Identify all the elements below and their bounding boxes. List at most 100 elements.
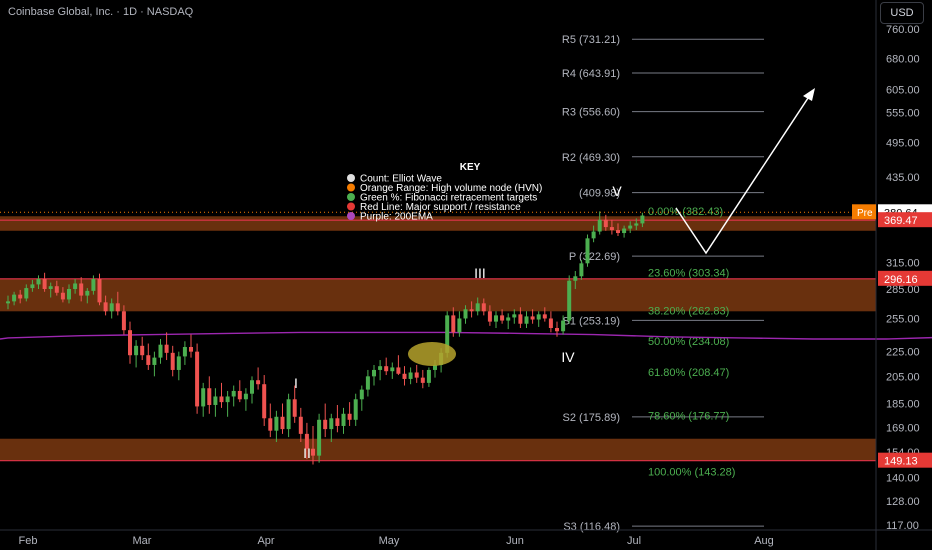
candle-body: [146, 355, 151, 365]
y-tick-label: 185.00: [886, 399, 920, 411]
candle-body: [542, 314, 547, 319]
x-tick-label: Jul: [627, 535, 641, 547]
candle-body: [225, 396, 230, 403]
x-tick-label: Mar: [133, 535, 152, 547]
candle-body: [390, 367, 395, 372]
candle-body: [463, 309, 468, 319]
candle-body: [182, 346, 187, 357]
candle-body: [518, 314, 523, 324]
candle-body: [603, 219, 608, 228]
candle-body: [158, 344, 163, 358]
y-tick-label: 435.00: [886, 172, 920, 184]
candle-body: [500, 315, 505, 321]
legend-dot: [347, 202, 355, 211]
candle-body: [561, 320, 566, 332]
candle-body: [201, 388, 206, 407]
wave-label: IV: [561, 349, 575, 365]
y-tick-label: 555.00: [886, 107, 920, 119]
candle-body: [414, 372, 419, 378]
candle-body: [475, 303, 480, 312]
candle-body: [323, 419, 328, 430]
legend-dot: [347, 174, 355, 182]
candle-body: [640, 215, 645, 224]
candle-body: [134, 345, 139, 356]
y-tick-label: 169.00: [886, 423, 920, 435]
candle-body: [268, 418, 273, 431]
candle-body: [243, 393, 248, 400]
legend-dot: [347, 183, 355, 192]
candle-body: [115, 303, 120, 312]
candle-body: [469, 309, 474, 312]
pivot-label: S2 (175.89): [563, 412, 620, 424]
candle-body: [396, 367, 401, 374]
hvn-zone: [0, 278, 876, 312]
ema200-line: [0, 331, 932, 340]
fib-label: 38.20% (262.83): [648, 305, 729, 317]
candle-body: [292, 399, 297, 417]
candle-body: [311, 448, 315, 456]
candles: [6, 211, 645, 465]
candle-body: [506, 317, 511, 321]
y-tick-label: 140.00: [886, 472, 920, 484]
price-chart[interactable]: R5 (731.21) R4 (643.91) R3 (556.60) R2 (469…: [0, 0, 932, 550]
candle-body: [420, 377, 425, 383]
candle-body: [408, 372, 413, 379]
price-label: 369.47: [884, 215, 918, 227]
candle-body: [579, 263, 584, 277]
candle-body: [555, 328, 559, 332]
legend-title: KEY: [460, 162, 481, 173]
candle-body: [231, 390, 236, 397]
wave-label: II: [303, 445, 311, 461]
fib-label: 78.60% (176.77): [648, 411, 729, 423]
candle-body: [280, 416, 285, 430]
candle-body: [536, 314, 541, 320]
candle-body: [262, 384, 267, 419]
legend: KEYCount: Elliot WaveOrange Range: High …: [347, 162, 542, 223]
candle-body: [487, 311, 492, 322]
candle-body: [213, 396, 218, 405]
currency-button[interactable]: USD: [880, 2, 924, 24]
candle-body: [30, 284, 35, 289]
candle-body: [18, 294, 23, 299]
candle-body: [250, 380, 254, 394]
legend-dot: [347, 212, 355, 220]
candle-body: [97, 278, 102, 303]
candle-body: [73, 283, 78, 289]
candle-body: [176, 356, 181, 370]
candle-body: [42, 278, 47, 289]
candle-body: [347, 413, 352, 420]
candle-body: [365, 376, 370, 390]
y-tick-label: 605.00: [886, 84, 920, 96]
x-tick-label: Aug: [754, 535, 774, 547]
candle-body: [548, 318, 553, 329]
candle-body: [79, 283, 84, 296]
ema-cross-highlight: [408, 342, 456, 366]
candle-body: [597, 219, 602, 232]
candle-body: [530, 316, 535, 320]
y-tick-label: 205.00: [886, 371, 920, 383]
y-tick-label: 680.00: [886, 53, 920, 65]
candle-body: [585, 238, 590, 264]
pivot-label: R5 (731.21): [562, 34, 620, 46]
candle-body: [109, 303, 114, 312]
candle-body: [256, 380, 261, 385]
candle-body: [384, 366, 389, 372]
candle-body: [622, 228, 627, 234]
candle-body: [628, 225, 633, 229]
x-tick-label: Apr: [257, 535, 274, 547]
candle-body: [341, 413, 346, 426]
candle-body: [12, 294, 17, 302]
chart-title: Coinbase Global, Inc. · 1D · NASDAQ: [8, 6, 194, 18]
candle-body: [60, 292, 65, 300]
candle-body: [426, 369, 431, 383]
candle-body: [164, 344, 169, 353]
candle-body: [103, 302, 108, 312]
candle-body: [219, 396, 224, 403]
x-tick-label: Jun: [506, 535, 524, 547]
candle-body: [512, 314, 517, 318]
candle-body: [274, 416, 279, 431]
pivot-label: S3 (116.48): [563, 521, 620, 533]
candle-body: [609, 227, 614, 231]
candle-body: [121, 311, 126, 331]
ema-line: [0, 331, 932, 340]
